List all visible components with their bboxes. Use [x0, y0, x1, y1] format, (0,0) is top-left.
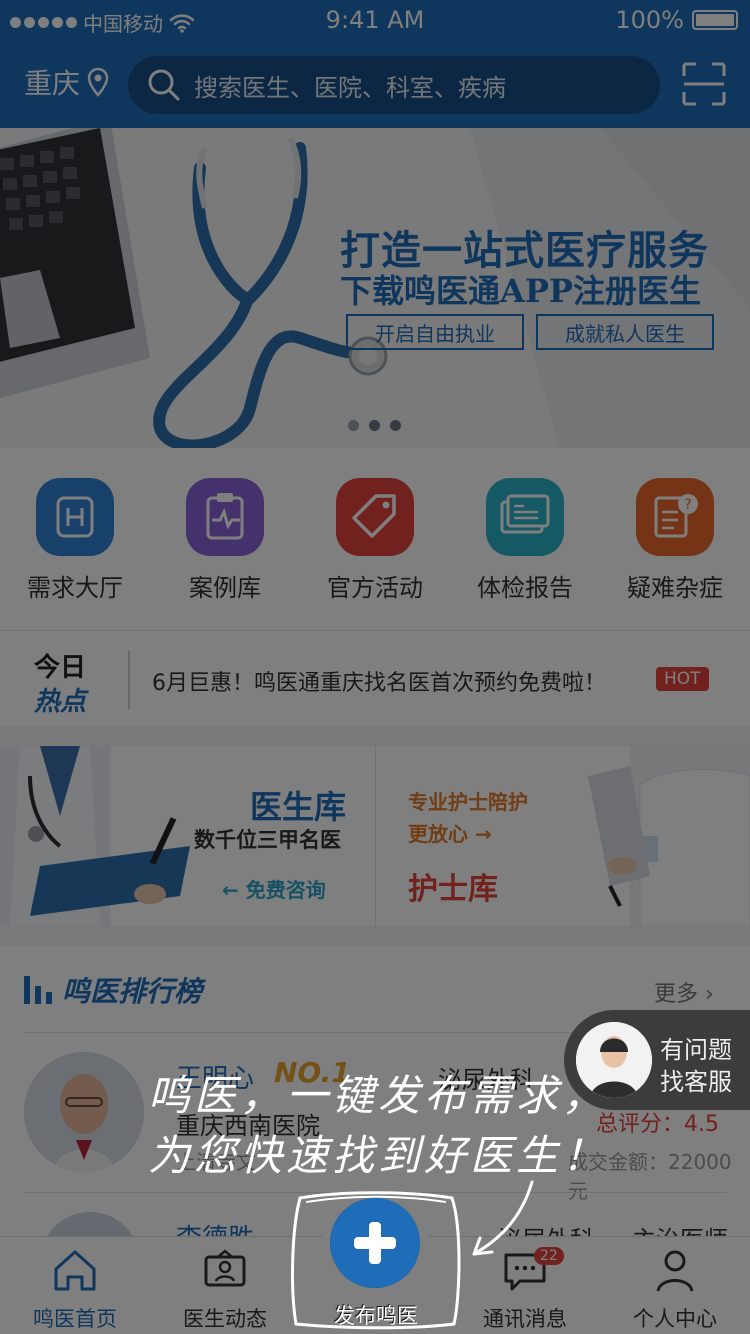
hospital-icon [36, 478, 114, 556]
scan-icon[interactable] [680, 60, 728, 108]
banner-subtitle: 下载鸣医通APP注册医生 [340, 272, 701, 310]
cs-line2: 找客服 [660, 1068, 732, 1096]
category-official-events[interactable]: 官方活动 [300, 478, 450, 603]
doctor-score: 总评分：4.5 [596, 1112, 719, 1137]
publish-label: 发布鸣医 [334, 1304, 418, 1328]
free-consult-link[interactable]: ← 免费咨询 [222, 874, 326, 903]
hot-badge: HOT [656, 667, 709, 691]
nurse-lib-line2[interactable]: 更放心 → [408, 818, 492, 847]
battery-percent: 100% [615, 6, 684, 34]
hot-logo-line1: 今日 [34, 653, 87, 683]
search-placeholder: 搜索医生、医院、科室、疾病 [194, 73, 506, 102]
city-selector[interactable]: 重庆 [24, 62, 110, 102]
hot-logo-line2: 热点 [34, 687, 87, 717]
category-label: 体检报告 [477, 574, 573, 602]
ranking-more-link[interactable]: 更多 › [654, 976, 714, 1008]
category-label: 疑难杂症 [627, 574, 723, 602]
category-case-library[interactable]: 案例库 [150, 478, 300, 603]
more-label: 更多 [654, 982, 699, 1007]
report-icon [486, 478, 564, 556]
cs-line1: 有问题 [660, 1036, 732, 1064]
tab-label: 通讯消息 [483, 1307, 567, 1331]
app-root: 中国移动 9:41 AM 100% 重庆 搜索医生、医院、科室、疾病 打造一站式… [0, 0, 750, 1334]
nurse-lib-title[interactable]: 护士库 [408, 864, 498, 908]
home-icon [54, 1250, 96, 1291]
banner-button-free-practice[interactable]: 开启自由执业 [346, 314, 524, 350]
battery-icon [692, 10, 738, 30]
doctor-illustration [0, 746, 190, 926]
hot-news-bar[interactable]: 今日 热点 6月巨惠！鸣医通重庆找名医首次预约免费啦！ HOT [0, 630, 750, 726]
top-header: 中国移动 9:41 AM 100% 重庆 搜索医生、医院、科室、疾病 [0, 0, 750, 128]
guide-arrow-icon [472, 1180, 534, 1256]
city-label: 重庆 [24, 67, 81, 100]
tag-icon [336, 478, 414, 556]
nurse-lib-line1: 专业护士陪护 [408, 790, 528, 814]
banner-button-private-doctor[interactable]: 成就私人医生 [536, 314, 714, 350]
svg-text:?: ? [684, 497, 691, 513]
search-icon [148, 69, 180, 101]
category-demand-hall[interactable]: 需求大厅 [0, 478, 150, 603]
category-label: 需求大厅 [27, 574, 123, 602]
ranking-title: 鸣医排行榜 [62, 975, 203, 1008]
promo-banner[interactable]: 打造一站式医疗服务 下载鸣医通APP注册医生 开启自由执业 成就私人医生 [0, 128, 750, 448]
library-divider [375, 746, 376, 926]
category-label: 案例库 [189, 574, 261, 602]
guide-text-line2: 为您快速找到好医生！ [148, 1131, 609, 1180]
status-bar: 中国移动 9:41 AM 100% [0, 0, 750, 40]
category-checkup-report[interactable]: 体检报告 [450, 478, 600, 603]
bar-chart-icon [24, 976, 52, 1004]
category-label: 官方活动 [327, 574, 423, 602]
clipboard-pulse-icon [186, 478, 264, 556]
tab-home[interactable]: 鸣医首页 [0, 1237, 150, 1334]
tab-profile[interactable]: 个人中心 [600, 1237, 750, 1334]
search-bar[interactable]: 搜索医生、医院、科室、疾病 [128, 56, 660, 114]
question-clipboard-icon: ? [636, 478, 714, 556]
plus-icon [354, 1222, 396, 1264]
tab-label: 医生动态 [183, 1307, 267, 1331]
guide-text-line1: 鸣医，一键发布需求， [148, 1071, 609, 1120]
doctor-lib-subtitle: 数千位三甲名医 [194, 828, 341, 852]
chevron-right-icon: › [705, 982, 714, 1007]
section-gap [0, 726, 750, 746]
category-difficult-cases[interactable]: ? 疑难杂症 [600, 478, 750, 603]
battery-status: 100% [615, 6, 738, 34]
tab-label: 鸣医首页 [33, 1307, 117, 1331]
doctor-lib-title[interactable]: 医生库 [250, 782, 346, 828]
user-icon [656, 1250, 694, 1292]
nurse-illustration [588, 746, 750, 926]
library-panel: 医生库 数千位三甲名医 ← 免费咨询 专业护士陪护 更放心 → 护士库 [0, 746, 750, 926]
section-gap [0, 926, 750, 946]
hot-news-text[interactable]: 6月巨惠！鸣医通重庆找名医首次预约免费啦！ [152, 665, 606, 697]
hot-divider [128, 651, 130, 709]
tab-doctor-news[interactable]: 医生动态 [150, 1237, 300, 1334]
doctor-board-icon [204, 1249, 246, 1287]
banner-pager [348, 420, 401, 431]
tab-label: 个人中心 [633, 1307, 717, 1331]
publish-plus-button[interactable] [330, 1198, 420, 1288]
avatar [24, 1052, 144, 1172]
category-grid: 需求大厅 案例库 官方活动 体检报告 ? 疑难杂症 [0, 448, 750, 628]
location-pin-icon [87, 67, 109, 97]
